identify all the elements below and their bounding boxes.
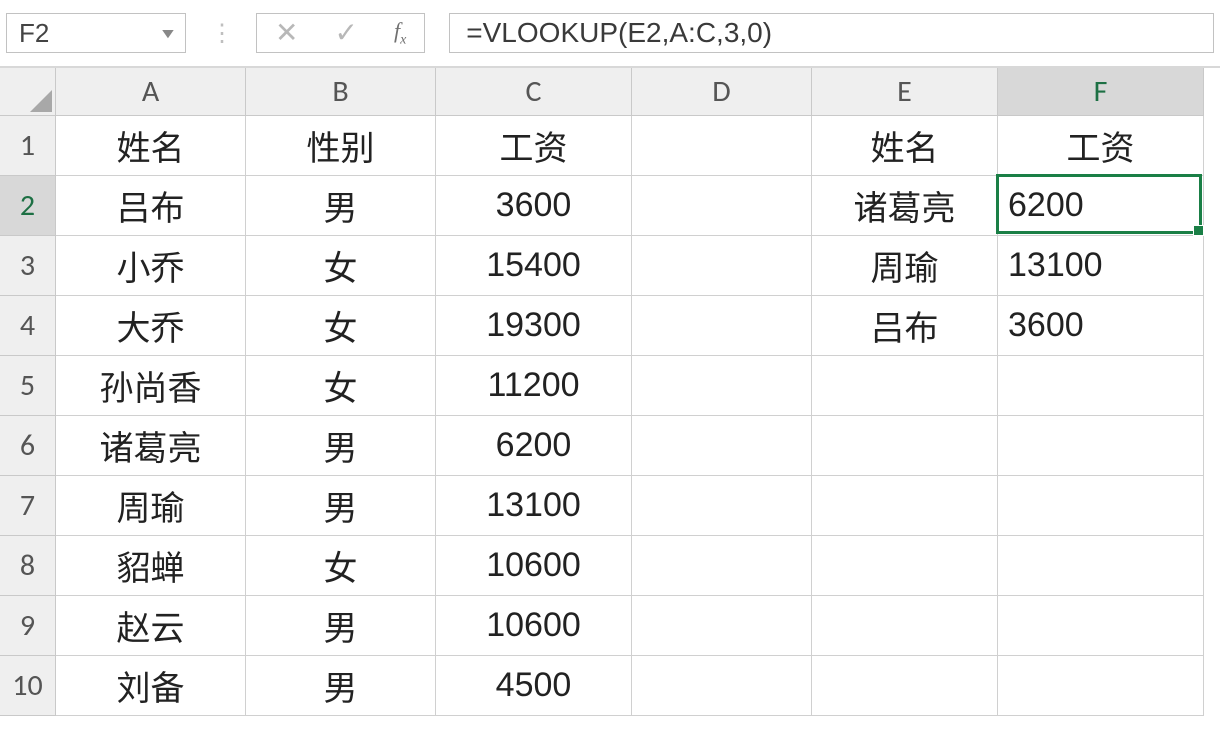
cell-A5[interactable]: 孙尚香 [56, 356, 246, 416]
cell-C4[interactable]: 19300 [436, 296, 632, 356]
column-header-E[interactable]: E [812, 68, 998, 116]
cell-B8[interactable]: 女 [246, 536, 436, 596]
cell-C1[interactable]: 工资 [436, 116, 632, 176]
cell-F10[interactable] [998, 656, 1204, 716]
formula-text: =VLOOKUP(E2,A:C,3,0) [466, 17, 772, 49]
cell-E3[interactable]: 周瑜 [812, 236, 998, 296]
cell-A3[interactable]: 小乔 [56, 236, 246, 296]
column-header-A[interactable]: A [56, 68, 246, 116]
formula-bar: F2 ▼ ⋮ ✕ ✓ fx =VLOOKUP(E2,A:C,3,0) [0, 0, 1220, 68]
row-header-2[interactable]: 2 [0, 176, 56, 236]
cell-C8[interactable]: 10600 [436, 536, 632, 596]
cell-E8[interactable] [812, 536, 998, 596]
cell-A2[interactable]: 吕布 [56, 176, 246, 236]
cell-B3[interactable]: 女 [246, 236, 436, 296]
select-all-corner[interactable] [0, 68, 56, 116]
cell-C7[interactable]: 13100 [436, 476, 632, 536]
cell-F9[interactable] [998, 596, 1204, 656]
cell-D2[interactable] [632, 176, 812, 236]
cell-C2[interactable]: 3600 [436, 176, 632, 236]
cell-D4[interactable] [632, 296, 812, 356]
cell-D9[interactable] [632, 596, 812, 656]
cell-E2[interactable]: 诸葛亮 [812, 176, 998, 236]
cell-E9[interactable] [812, 596, 998, 656]
cell-B2[interactable]: 男 [246, 176, 436, 236]
cell-F7[interactable] [998, 476, 1204, 536]
spreadsheet-grid[interactable]: ABCDEF1姓名性别工资姓名工资2吕布男3600诸葛亮62003小乔女1540… [0, 68, 1220, 716]
row-header-6[interactable]: 6 [0, 416, 56, 476]
formula-input[interactable]: =VLOOKUP(E2,A:C,3,0) [449, 13, 1214, 53]
cell-F8[interactable] [998, 536, 1204, 596]
cell-A9[interactable]: 赵云 [56, 596, 246, 656]
cell-C10[interactable]: 4500 [436, 656, 632, 716]
column-header-F[interactable]: F [998, 68, 1204, 116]
cell-F3[interactable]: 13100 [998, 236, 1204, 296]
cell-F1[interactable]: 工资 [998, 116, 1204, 176]
cell-A8[interactable]: 貂蝉 [56, 536, 246, 596]
cell-A1[interactable]: 姓名 [56, 116, 246, 176]
cell-B10[interactable]: 男 [246, 656, 436, 716]
formula-bar-separator: ⋮ [210, 19, 232, 48]
cell-A6[interactable]: 诸葛亮 [56, 416, 246, 476]
cell-E4[interactable]: 吕布 [812, 296, 998, 356]
cell-B9[interactable]: 男 [246, 596, 436, 656]
cell-C5[interactable]: 11200 [436, 356, 632, 416]
cell-B7[interactable]: 男 [246, 476, 436, 536]
row-header-4[interactable]: 4 [0, 296, 56, 356]
cell-F5[interactable] [998, 356, 1204, 416]
cell-C9[interactable]: 10600 [436, 596, 632, 656]
row-header-7[interactable]: 7 [0, 476, 56, 536]
row-header-3[interactable]: 3 [0, 236, 56, 296]
cell-D10[interactable] [632, 656, 812, 716]
cell-F2[interactable]: 6200 [998, 176, 1204, 236]
cell-F4[interactable]: 3600 [998, 296, 1204, 356]
cell-B5[interactable]: 女 [246, 356, 436, 416]
row-header-8[interactable]: 8 [0, 536, 56, 596]
confirm-icon[interactable]: ✓ [334, 19, 357, 47]
row-header-9[interactable]: 9 [0, 596, 56, 656]
cell-A4[interactable]: 大乔 [56, 296, 246, 356]
name-box-value: F2 [19, 18, 49, 49]
cell-D7[interactable] [632, 476, 812, 536]
cell-D6[interactable] [632, 416, 812, 476]
cell-D3[interactable] [632, 236, 812, 296]
cell-C3[interactable]: 15400 [436, 236, 632, 296]
cell-B4[interactable]: 女 [246, 296, 436, 356]
cell-A10[interactable]: 刘备 [56, 656, 246, 716]
row-header-10[interactable]: 10 [0, 656, 56, 716]
fx-icon[interactable]: fx [394, 18, 406, 48]
cell-E1[interactable]: 姓名 [812, 116, 998, 176]
name-box[interactable]: F2 ▼ [6, 13, 186, 53]
cell-D8[interactable] [632, 536, 812, 596]
name-box-dropdown-icon[interactable]: ▼ [158, 25, 177, 41]
cell-A7[interactable]: 周瑜 [56, 476, 246, 536]
cell-B1[interactable]: 性别 [246, 116, 436, 176]
cell-E7[interactable] [812, 476, 998, 536]
cell-D1[interactable] [632, 116, 812, 176]
cancel-icon[interactable]: ✕ [275, 19, 298, 47]
cell-E5[interactable] [812, 356, 998, 416]
row-header-1[interactable]: 1 [0, 116, 56, 176]
cell-E6[interactable] [812, 416, 998, 476]
column-header-C[interactable]: C [436, 68, 632, 116]
cell-B6[interactable]: 男 [246, 416, 436, 476]
cell-F6[interactable] [998, 416, 1204, 476]
cell-E10[interactable] [812, 656, 998, 716]
cell-C6[interactable]: 6200 [436, 416, 632, 476]
row-header-5[interactable]: 5 [0, 356, 56, 416]
formula-buttons: ✕ ✓ fx [256, 13, 425, 53]
column-header-B[interactable]: B [246, 68, 436, 116]
column-header-D[interactable]: D [632, 68, 812, 116]
cell-D5[interactable] [632, 356, 812, 416]
